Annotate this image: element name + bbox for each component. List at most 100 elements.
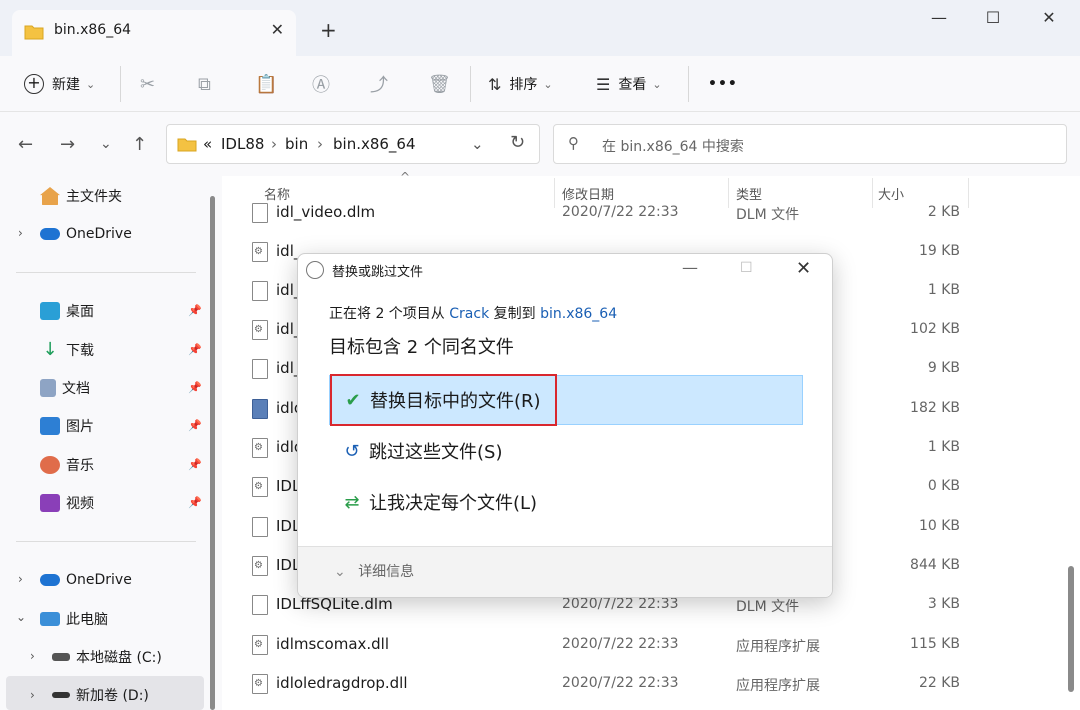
pin-icon: 📌	[188, 419, 202, 432]
dialog-minimize-button[interactable]: —	[682, 258, 698, 277]
chevron-right-icon[interactable]: ›	[18, 572, 23, 586]
replace-files-option[interactable]: ✔ 替换目标中的文件(R)	[329, 374, 803, 426]
sidebar-item-label: 音乐	[66, 458, 94, 474]
dialog-close-button[interactable]: ✕	[796, 258, 811, 279]
toolbar-divider	[688, 66, 689, 102]
share-icon[interactable]: ⤴	[370, 70, 388, 98]
rename-icon[interactable]: Ⓐ	[312, 70, 330, 98]
file-type: DLM 文件	[736, 207, 800, 223]
navigation-pane: 主文件夹 › OneDrive 桌面 📌 ↓ 下载 📌 文档 📌 图片 📌 音乐…	[0, 176, 222, 710]
sidebar-item-this-pc[interactable]: 此电脑	[40, 603, 108, 635]
desc-middle: 复制到	[489, 306, 541, 322]
sidebar-item-desktop[interactable]: 桌面	[40, 295, 94, 327]
skip-icon: ↺	[344, 440, 360, 462]
breadcrumb-bin[interactable]: bin	[285, 135, 308, 153]
maximize-button[interactable]: ☐	[978, 8, 1008, 32]
table-row[interactable]: idl_video.dlm 2020/7/22 22:33 DLM 文件 2 KB	[222, 195, 1080, 234]
back-button[interactable]: ←	[18, 134, 33, 155]
search-input[interactable]: ⚲ 在 bin.x86_64 中搜索	[553, 124, 1067, 164]
cloud-icon	[40, 574, 60, 586]
new-tab-button[interactable]: +	[320, 18, 337, 42]
delete-icon[interactable]: 🗑	[428, 70, 451, 98]
sidebar-scrollbar[interactable]	[210, 196, 215, 710]
minimize-button[interactable]: —	[924, 8, 954, 32]
sidebar-item-music[interactable]: 音乐	[40, 449, 94, 481]
tab-bin-x86-64[interactable]: bin.x86_64 ✕	[12, 10, 296, 56]
chevron-right-icon[interactable]: ›	[30, 649, 35, 663]
app-file-icon	[252, 399, 268, 419]
file-icon	[252, 517, 268, 537]
chevron-down-icon[interactable]: ⌄	[471, 135, 484, 153]
sidebar-item-label: 本地磁盘 (C:)	[76, 650, 162, 666]
breadcrumb-idl88[interactable]: IDL88	[221, 135, 264, 153]
file-size: 22 KB	[918, 675, 960, 691]
breadcrumb-bin-x86-64[interactable]: bin.x86_64	[333, 135, 416, 153]
close-button[interactable]: ✕	[1034, 8, 1064, 32]
refresh-icon[interactable]: ↻	[510, 132, 525, 153]
skip-option-label: 跳过这些文件(S)	[369, 442, 503, 463]
chevron-right-icon[interactable]: ›	[30, 688, 35, 702]
decide-each-file-option[interactable]: ⇄ 让我决定每个文件(L)	[329, 477, 803, 527]
tab-close-icon[interactable]: ✕	[271, 20, 284, 39]
pin-icon: 📌	[188, 343, 202, 356]
new-button[interactable]: + 新建 ⌄	[24, 70, 95, 98]
cut-icon[interactable]: ✂	[140, 70, 155, 98]
source-folder-link[interactable]: Crack	[449, 306, 489, 322]
dialog-title: 替换或跳过文件	[332, 265, 424, 280]
breadcrumb-overflow[interactable]: «	[203, 135, 212, 153]
pictures-icon	[40, 417, 60, 435]
file-list-scrollbar[interactable]	[1068, 566, 1074, 692]
dll-file-icon	[252, 674, 268, 694]
table-row[interactable]: idloledragdrop.dll 2020/7/22 22:33 应用程序扩展 2…	[222, 666, 1080, 705]
destination-folder-link[interactable]: bin.x86_64	[540, 306, 617, 322]
address-bar[interactable]: « IDL88 › bin › bin.x86_64 ⌄	[166, 124, 540, 164]
toolbar-divider	[120, 66, 121, 102]
sidebar-item-home[interactable]: 主文件夹	[40, 180, 122, 212]
drive-icon	[52, 692, 70, 698]
music-icon	[40, 456, 60, 474]
recent-locations-button[interactable]: ⌄	[100, 136, 112, 152]
skip-files-option[interactable]: ↺ 跳过这些文件(S)	[329, 426, 803, 476]
search-icon: ⚲	[568, 134, 579, 152]
computer-icon	[40, 612, 60, 626]
sidebar-item-downloads[interactable]: ↓ 下载	[40, 334, 94, 366]
chevron-down-icon[interactable]: ⌄	[16, 610, 26, 624]
sidebar-item-videos[interactable]: 视频	[40, 487, 94, 519]
file-size: 182 KB	[910, 400, 960, 416]
desktop-icon	[40, 302, 60, 320]
more-details-label: 详细信息	[358, 564, 415, 580]
file-size: 1 KB	[927, 282, 960, 298]
file-icon	[252, 203, 268, 223]
view-button[interactable]: ☰ 查看 ⌄	[596, 70, 662, 98]
sidebar-item-label: 下载	[66, 343, 94, 359]
dialog-footer: ⌄ 详细信息	[298, 546, 832, 597]
sort-button[interactable]: ⇅ 排序 ⌄	[488, 70, 553, 98]
file-size: 3 KB	[927, 596, 960, 612]
paste-icon[interactable]: 📋	[255, 70, 277, 98]
sidebar-divider	[16, 272, 196, 273]
sidebar-item-label: 视频	[66, 496, 94, 512]
sort-indicator: ^	[400, 170, 411, 184]
table-row[interactable]: idlmscomax.dll 2020/7/22 22:33 应用程序扩展 115 K…	[222, 627, 1080, 666]
sidebar-item-label: 图片	[66, 419, 94, 435]
file-modified: 2020/7/22 22:33	[562, 596, 679, 612]
more-details-button[interactable]: ⌄ 详细信息	[334, 561, 414, 581]
dll-file-icon	[252, 477, 268, 497]
sidebar-item-onedrive[interactable]: OneDrive	[40, 218, 132, 250]
sidebar-item-label: 新加卷 (D:)	[76, 688, 149, 704]
copy-icon[interactable]: ⧉	[198, 70, 211, 98]
sidebar-item-pictures[interactable]: 图片	[40, 410, 94, 442]
chevron-right-icon[interactable]: ›	[18, 226, 23, 240]
download-icon: ↓	[42, 339, 58, 360]
file-type: 应用程序扩展	[736, 639, 820, 655]
compare-icon: ⇄	[344, 491, 360, 513]
file-size: 9 KB	[927, 360, 960, 376]
sidebar-item-drive-d[interactable]: 新加卷 (D:)	[52, 679, 149, 710]
sidebar-item-documents[interactable]: 文档	[40, 372, 90, 404]
forward-button[interactable]: →	[60, 134, 75, 155]
more-options-button[interactable]: •••	[708, 70, 738, 98]
up-button[interactable]: ↑	[132, 134, 147, 155]
sidebar-item-onedrive-2[interactable]: OneDrive	[40, 564, 132, 596]
dll-file-icon	[252, 320, 268, 340]
sidebar-item-drive-c[interactable]: 本地磁盘 (C:)	[52, 641, 162, 673]
